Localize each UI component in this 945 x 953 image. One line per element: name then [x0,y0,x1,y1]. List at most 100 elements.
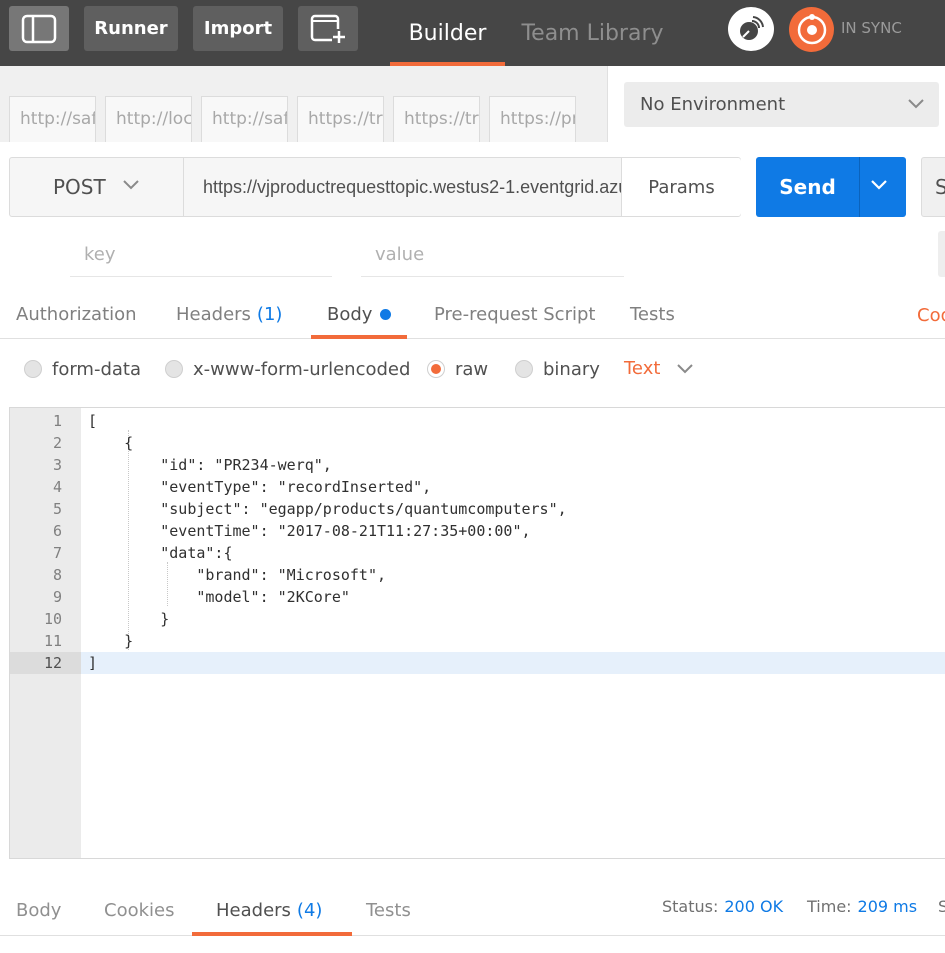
satellite-icon [740,16,764,40]
editor-line[interactable]: 6 "eventTime": "2017-08-21T11:27:35+00:0… [10,520,945,542]
editor-line[interactable]: 11 } [10,630,945,652]
radio-label: binary [543,358,600,380]
tab-headers[interactable]: Headers (1) [176,291,282,338]
sync-icon [797,13,826,44]
chevron-down-icon [908,99,924,109]
request-tab[interactable]: http://safe [201,96,288,142]
radio-binary[interactable]: binary [515,357,600,381]
radio-circle [165,360,183,378]
chevron-down-icon[interactable] [870,178,888,192]
response-size: S [938,897,945,916]
response-tabs: Body Cookies Headers (4) Tests [0,886,945,936]
editor-line[interactable]: 3 "id": "PR234-werq", [10,454,945,476]
url-input[interactable]: https://vjproductrequesttopic.westus2-1.… [185,158,621,216]
runner-button[interactable]: Runner [84,6,178,51]
tab-authorization-label: Authorization [16,304,137,325]
send-button[interactable]: Send [756,157,906,217]
line-code: } [88,632,134,650]
send-label: Send [779,175,836,199]
line-number: 6 [52,522,62,540]
format-select[interactable]: Text [624,358,694,379]
editor-line[interactable]: 10 } [10,608,945,630]
line-code: "id": "PR234-werq", [88,456,332,474]
radio-label: form-data [52,358,142,380]
request-tab[interactable]: http://loca [105,96,192,142]
tab-response-tests[interactable]: Tests [366,886,411,935]
editor-line[interactable]: 4 "eventType": "recordInserted", [10,476,945,498]
tab-label: Cookies [104,900,175,921]
response-status: Status: 200 OK [662,897,783,916]
environment-label: No Environment [640,94,786,115]
headers-count: (1) [256,304,283,325]
tab-body[interactable]: Body [310,291,409,339]
editor-line[interactable]: 1[ [10,410,945,432]
line-code: [ [88,412,98,430]
method-select[interactable]: POST [10,158,184,216]
radio-circle [515,360,533,378]
code-link[interactable]: Code [917,305,945,326]
param-key-input[interactable]: key [70,234,332,277]
radio-form-data[interactable]: form-data [24,357,141,381]
status-label: Status: [662,897,719,916]
import-button[interactable]: Import [193,6,283,51]
request-tab[interactable]: https://pro [489,96,576,142]
tab-response-headers[interactable]: Headers (4) [191,886,353,936]
tab-builder[interactable]: Builder [390,0,505,66]
new-window-button[interactable] [298,6,358,51]
modified-dot [380,309,392,320]
tab-label: Body [16,900,62,921]
param-value-input[interactable]: value [361,234,624,277]
editor-line[interactable]: 12] [10,652,945,674]
line-number: 7 [52,544,62,562]
line-code: } [88,610,170,628]
sidebar-toggle-icon [21,14,57,43]
radio-urlencoded[interactable]: x-www-form-urlencoded [165,357,410,381]
editor-line[interactable]: 2 { [10,432,945,454]
tab-headers-label: Headers [176,304,251,325]
tab-label: Tests [366,900,411,921]
line-number: 12 [10,652,81,674]
tab-pre-request-script[interactable]: Pre-request Script [434,291,595,338]
line-code: "model": "2KCore" [88,588,350,606]
tab-authorization[interactable]: Authorization [16,291,137,338]
line-number: 5 [52,500,62,518]
save-button[interactable]: S [921,157,945,217]
editor-line[interactable]: 9 "model": "2KCore" [10,586,945,608]
environment-area: No Environment [609,66,945,142]
radio-raw[interactable]: raw [427,357,488,381]
editor-line[interactable]: 5 "subject": "egapp/products/quantumcomp… [10,498,945,520]
line-code: "eventTime": "2017-08-21T11:27:35+00:00"… [88,522,531,540]
sidebar-toggle-button[interactable] [9,6,69,51]
request-tab[interactable]: http://safe [9,96,96,142]
tab-response-cookies[interactable]: Cookies [104,886,174,935]
tab-tests[interactable]: Tests [630,291,675,338]
sync-button[interactable] [789,7,834,52]
tab-body-label: Body [327,304,373,325]
code-editor[interactable]: 1[2 {3 "id": "PR234-werq", 4 "eventType":… [9,407,945,859]
radio-label: raw [455,358,489,380]
chevron-down-icon [677,363,694,373]
line-code: "subject": "egapp/products/quantumcomput… [88,500,567,518]
tab-response-body[interactable]: Body [16,886,61,935]
format-label: Text [624,358,661,379]
editor-line[interactable]: 7 "data":{ [10,542,945,564]
method-label: POST [53,175,106,199]
editor-line[interactable]: 8 "brand": "Microsoft", [10,564,945,586]
line-number: 9 [52,588,62,606]
radio-circle-selected [427,360,445,378]
params-button[interactable]: Params [621,158,741,216]
tab-label: Headers [216,900,291,921]
radio-label: x-www-form-urlencoded [193,358,411,380]
interceptor-button[interactable] [728,7,774,51]
new-window-icon [310,14,346,43]
tab-team-library[interactable]: Team Library [520,0,665,66]
bulk-edit-handle[interactable] [938,231,945,277]
line-code: "data":{ [88,544,233,562]
line-number: 10 [43,610,62,628]
response-time: Time: 209 ms [807,897,917,916]
line-number: 1 [52,412,62,430]
environment-select[interactable]: No Environment [624,82,939,127]
request-tab[interactable]: https://tre [297,96,384,142]
request-tab[interactable]: https://tre [393,96,480,142]
chevron-down-icon [123,180,139,190]
